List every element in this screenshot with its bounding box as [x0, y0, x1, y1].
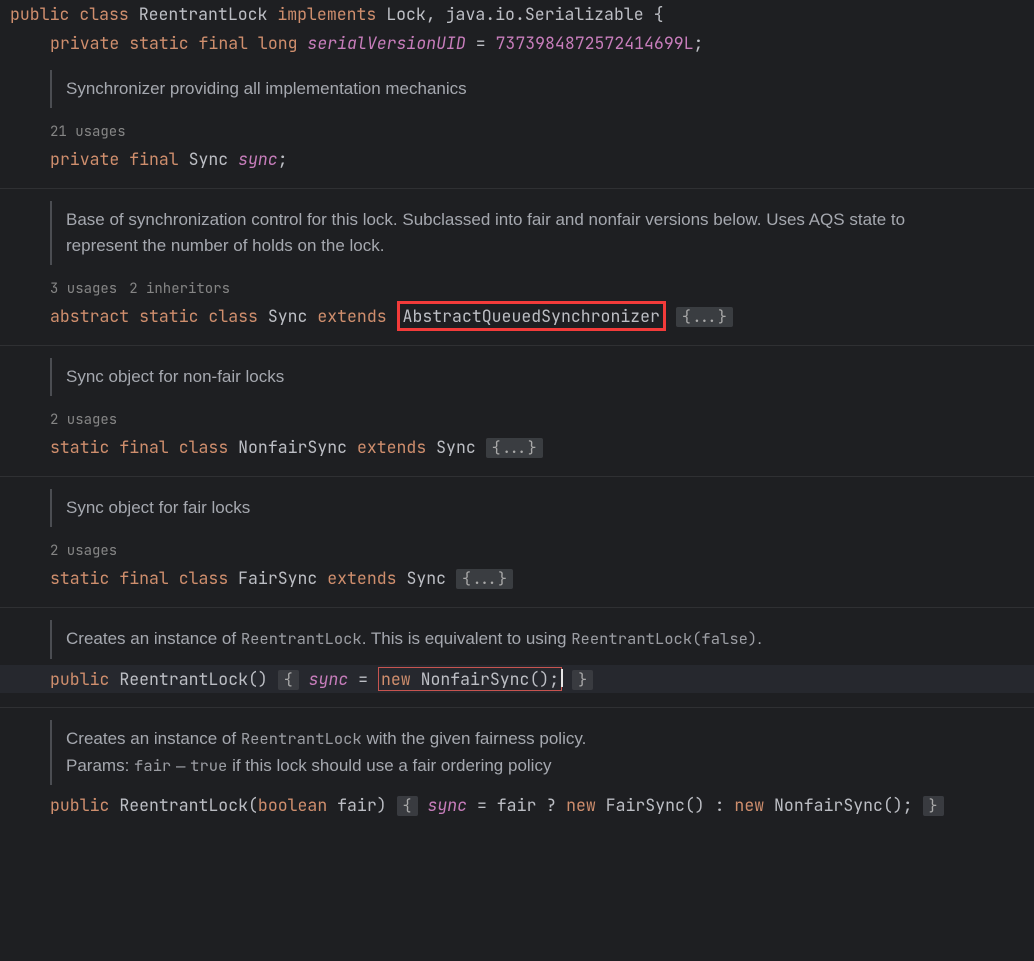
- javadoc-ctor-fair: Creates an instance of ReentrantLock wit…: [50, 720, 950, 785]
- javadoc-fair: Sync object for fair locks: [50, 489, 950, 527]
- text-caret: [561, 669, 563, 687]
- fold-region[interactable]: {...}: [456, 569, 513, 589]
- fold-brace-open[interactable]: {: [397, 796, 418, 816]
- fold-region[interactable]: {...}: [486, 438, 543, 458]
- usages-hint[interactable]: 2 usages: [0, 541, 1034, 562]
- highlight-aqs: AbstractQueuedSynchronizer: [397, 301, 666, 331]
- usages-hint[interactable]: 2 usages: [0, 410, 1034, 431]
- separator: [0, 345, 1034, 346]
- code-line-class-decl[interactable]: public class ReentrantLock implements Lo…: [0, 0, 1034, 29]
- code-line-sync-field[interactable]: private final Sync sync;: [0, 145, 1034, 174]
- fold-brace-close[interactable]: }: [572, 670, 593, 690]
- separator: [0, 476, 1034, 477]
- javadoc-sync-class: Base of synchronization control for this…: [50, 201, 950, 266]
- separator: [0, 188, 1034, 189]
- code-line-sync-class[interactable]: abstract static class Sync extends Abstr…: [0, 302, 1034, 331]
- javadoc-ctor-default: Creates an instance of ReentrantLock. Th…: [50, 620, 950, 658]
- code-line-serial[interactable]: private static final long serialVersionU…: [0, 29, 1034, 58]
- javadoc-nonfair: Sync object for non-fair locks: [50, 358, 950, 396]
- fold-brace-open[interactable]: {: [278, 670, 299, 690]
- code-line-nonfair[interactable]: static final class NonfairSync extends S…: [0, 433, 1034, 462]
- usages-hint[interactable]: 21 usages: [0, 122, 1034, 143]
- code-line-ctor-default[interactable]: public ReentrantLock() { sync = new Nonf…: [0, 665, 1034, 694]
- code-line-fair[interactable]: static final class FairSync extends Sync…: [0, 564, 1034, 593]
- fold-region[interactable]: {...}: [676, 307, 733, 327]
- fold-brace-close[interactable]: }: [923, 796, 944, 816]
- usages-inheritors-hint[interactable]: 3 usages2 inheritors: [0, 279, 1034, 300]
- separator: [0, 607, 1034, 608]
- javadoc-sync-field: Synchronizer providing all implementatio…: [50, 70, 950, 108]
- code-line-ctor-fair[interactable]: public ReentrantLock(boolean fair) { syn…: [0, 791, 1034, 820]
- separator: [0, 707, 1034, 708]
- highlight-new-nonfair: new NonfairSync();: [378, 667, 562, 691]
